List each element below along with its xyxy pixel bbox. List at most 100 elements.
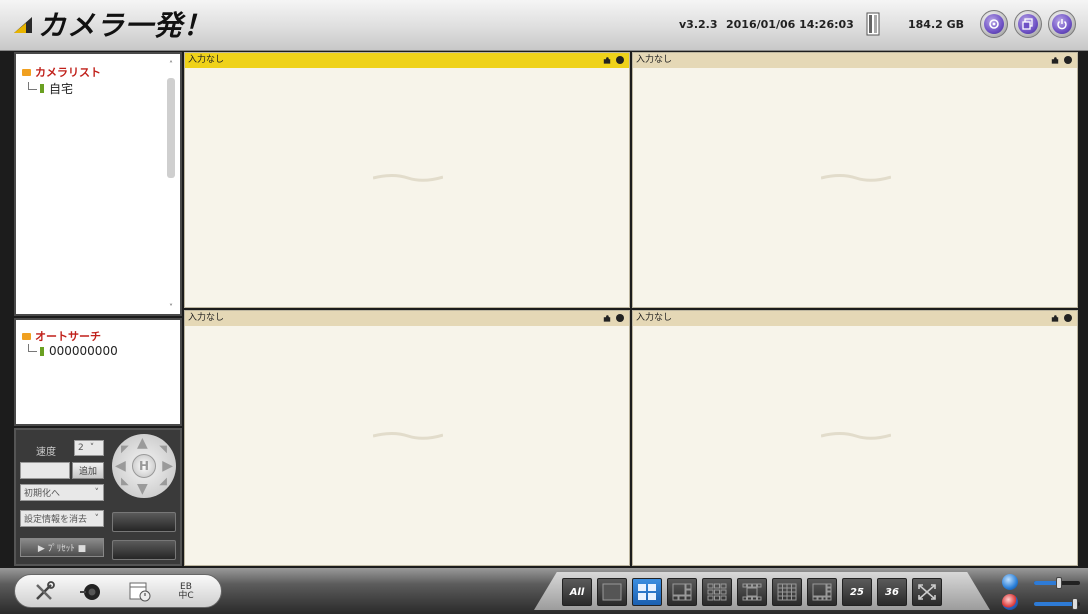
record-icon[interactable] bbox=[1064, 56, 1072, 64]
scroll-down-icon[interactable]: ˅ bbox=[166, 303, 176, 312]
tile-status-label: 入力なし bbox=[188, 55, 225, 65]
chevron-down-icon: ˅ bbox=[94, 513, 100, 524]
layout-13-icon bbox=[742, 583, 762, 601]
scroll-thumb[interactable] bbox=[167, 78, 175, 178]
no-signal-icon bbox=[373, 432, 443, 440]
tree-connector bbox=[28, 344, 37, 352]
chevron-down-icon: ˅ bbox=[89, 443, 95, 453]
search-result-label: 000000000 bbox=[49, 344, 118, 358]
snapshot-icon[interactable] bbox=[1051, 57, 1059, 64]
app-logo: カメラ一発！ bbox=[12, 6, 212, 42]
layout-16-button[interactable] bbox=[772, 578, 802, 606]
pan-down-right-icon[interactable]: ◢ bbox=[159, 475, 167, 489]
mic-volume-slider[interactable] bbox=[1034, 598, 1080, 610]
layout-1-icon bbox=[602, 583, 622, 601]
tile-header: 入力なし bbox=[185, 311, 629, 326]
pan-up-icon[interactable]: ▲ bbox=[137, 436, 148, 450]
camera-list-panel: カメラリスト 自宅 ˄ ˅ bbox=[14, 52, 182, 316]
microphone-icon[interactable] bbox=[1002, 594, 1018, 610]
speed-select[interactable]: 2 ˅ bbox=[74, 440, 104, 456]
snapshot-icon[interactable] bbox=[603, 315, 611, 322]
camera-list-title: カメラリスト bbox=[35, 66, 101, 79]
layout-4-button[interactable] bbox=[632, 578, 662, 606]
schedule-button[interactable] bbox=[127, 579, 153, 605]
preset-select[interactable]: 初期化へ ˅ bbox=[20, 484, 104, 501]
layout-8-icon bbox=[812, 583, 832, 601]
layout-6-icon bbox=[672, 583, 692, 601]
speaker-volume-slider[interactable] bbox=[1034, 577, 1080, 589]
pan-up-left-icon[interactable]: ◤ bbox=[121, 443, 129, 457]
scroll-up-icon[interactable]: ˄ bbox=[166, 60, 176, 69]
speaker-icon[interactable] bbox=[1002, 574, 1018, 590]
app-logo-text: カメラ一発！ bbox=[38, 9, 213, 42]
auto-search-panel: オートサーチ 000000000 bbox=[14, 318, 182, 426]
tools-button[interactable] bbox=[31, 579, 57, 605]
ptz-direction-pad[interactable]: ▲ ▼ ◀ ▶ ◤ ◥ ◣ ◢ H bbox=[112, 434, 176, 498]
layout-25-button[interactable]: 25 bbox=[842, 578, 872, 606]
pan-left-icon[interactable]: ◀ bbox=[115, 459, 126, 473]
restore-button[interactable] bbox=[1014, 10, 1042, 38]
camera-item-label: 自宅 bbox=[49, 82, 74, 96]
search-result-item[interactable]: 000000000 bbox=[28, 344, 118, 358]
ptz-control-panel: 速度 2 ˅ 追加 初期化へ ˅ 設定情報を消去 ˅ ▶ ﾌﾟﾘｾｯﾄ ■ ▲ … bbox=[14, 428, 182, 566]
layout-6-button[interactable] bbox=[667, 578, 697, 606]
no-signal-icon bbox=[821, 432, 891, 440]
ptz-action-button-2[interactable] bbox=[112, 540, 176, 560]
power-icon bbox=[1052, 14, 1072, 34]
tile-status-label: 入力なし bbox=[636, 313, 673, 323]
video-tile-1[interactable]: 入力なし bbox=[184, 52, 630, 308]
settings-button[interactable] bbox=[980, 10, 1008, 38]
snapshot-icon[interactable] bbox=[603, 57, 611, 64]
record-icon[interactable] bbox=[616, 56, 624, 64]
video-tile-4[interactable]: 入力なし bbox=[632, 310, 1078, 566]
folder-icon bbox=[22, 332, 31, 340]
bottom-toolbar: EB 中C All 25 36 bbox=[0, 568, 1088, 614]
tool-buttons: EB 中C bbox=[14, 574, 222, 608]
camera-status-icon bbox=[40, 346, 44, 356]
pan-down-left-icon[interactable]: ◣ bbox=[121, 475, 129, 489]
auto-search-root[interactable]: オートサーチ bbox=[22, 328, 101, 344]
preset-play-button[interactable]: ▶ ﾌﾟﾘｾｯﾄ ■ bbox=[20, 538, 104, 557]
power-button[interactable] bbox=[1048, 10, 1076, 38]
camera-item[interactable]: 自宅 bbox=[28, 80, 73, 97]
mic-volume-knob[interactable] bbox=[1072, 598, 1078, 610]
folder-icon bbox=[22, 68, 31, 76]
pan-right-icon[interactable]: ▶ bbox=[162, 459, 173, 473]
video-tile-3[interactable]: 入力なし bbox=[184, 310, 630, 566]
layout-13-button[interactable] bbox=[737, 578, 767, 606]
no-signal-icon bbox=[821, 174, 891, 182]
fullscreen-button[interactable] bbox=[912, 578, 942, 606]
layout-all-button[interactable]: All bbox=[562, 578, 592, 606]
video-tile-2[interactable]: 入力なし bbox=[632, 52, 1078, 308]
layout-36-button[interactable]: 36 bbox=[877, 578, 907, 606]
record-icon[interactable] bbox=[1064, 314, 1072, 322]
preset-name-input[interactable] bbox=[20, 462, 70, 479]
no-signal-icon bbox=[373, 174, 443, 182]
layout-8-button[interactable] bbox=[807, 578, 837, 606]
pan-down-icon[interactable]: ▼ bbox=[137, 482, 148, 496]
add-button[interactable]: 追加 bbox=[72, 462, 104, 479]
layout-4-icon bbox=[638, 584, 656, 600]
settings-select-value: 設定情報を消去 bbox=[24, 515, 88, 525]
camera-list-scrollbar[interactable]: ˄ ˅ bbox=[166, 60, 176, 312]
layout-9-button[interactable] bbox=[702, 578, 732, 606]
ptz-action-button-1[interactable] bbox=[112, 512, 176, 532]
language-button[interactable]: EB 中C bbox=[173, 579, 199, 605]
pan-up-right-icon[interactable]: ◥ bbox=[159, 443, 167, 457]
preset-select-value: 初期化へ bbox=[24, 489, 61, 499]
layout-1-button[interactable] bbox=[597, 578, 627, 606]
ptz-home-button[interactable]: H bbox=[132, 454, 156, 478]
schedule-icon bbox=[129, 582, 151, 602]
speaker-volume-knob[interactable] bbox=[1056, 577, 1062, 589]
restore-window-icon bbox=[1018, 14, 1038, 34]
left-panel: カメラリスト 自宅 ˄ ˅ オートサーチ 000000000 速度 2 ˅ 追加… bbox=[14, 52, 182, 566]
settings-circle-icon bbox=[984, 14, 1004, 34]
camera-list-root[interactable]: カメラリスト bbox=[22, 64, 101, 80]
camera-button[interactable] bbox=[79, 579, 105, 605]
record-icon[interactable] bbox=[616, 314, 624, 322]
layout-9-icon bbox=[707, 583, 727, 601]
snapshot-icon[interactable] bbox=[1051, 315, 1059, 322]
fullscreen-icon bbox=[918, 584, 936, 600]
settings-select[interactable]: 設定情報を消去 ˅ bbox=[20, 510, 104, 527]
logo-mark-icon bbox=[14, 17, 32, 33]
